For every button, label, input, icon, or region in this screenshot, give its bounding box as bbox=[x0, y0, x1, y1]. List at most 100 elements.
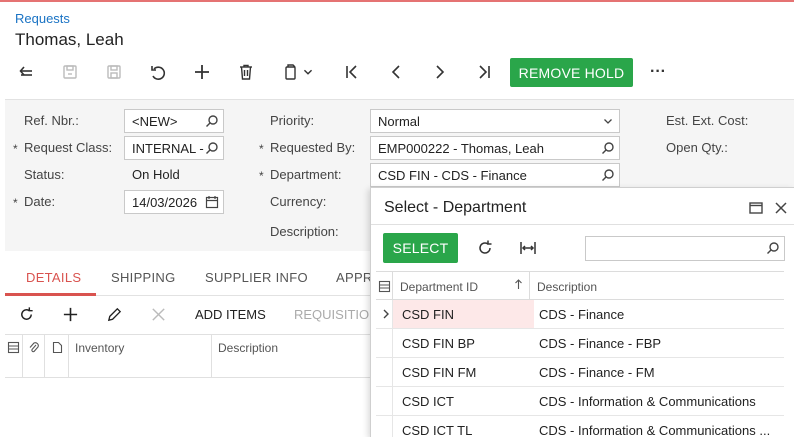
ref-nbr-value: <NEW> bbox=[132, 114, 178, 129]
add-items-button[interactable]: ADD ITEMS bbox=[195, 303, 266, 325]
first-record-icon[interactable] bbox=[338, 58, 366, 86]
breadcrumb[interactable]: Requests bbox=[15, 11, 70, 26]
tab-shipping[interactable]: SHIPPING bbox=[111, 270, 176, 285]
row-settings-icon[interactable] bbox=[5, 335, 23, 377]
save-close-icon[interactable] bbox=[56, 58, 84, 86]
requested-by-label: Requested By: bbox=[270, 140, 356, 155]
note-icon[interactable] bbox=[45, 335, 69, 377]
delete-icon[interactable] bbox=[232, 58, 260, 86]
remove-hold-button[interactable]: REMOVE HOLD bbox=[510, 58, 633, 87]
priority-select[interactable]: Normal bbox=[370, 109, 620, 133]
delete-row-icon[interactable] bbox=[150, 303, 167, 325]
page-title: Thomas, Leah bbox=[15, 30, 124, 49]
priority-label: Priority: bbox=[270, 113, 315, 128]
department-row[interactable]: CSD FIN BP CDS - Finance - FBP bbox=[376, 329, 784, 358]
edit-icon[interactable] bbox=[106, 303, 123, 325]
department-row[interactable]: CSD ICT CDS - Information & Communicatio… bbox=[376, 387, 784, 416]
open-qty-label: Open Qty.: bbox=[666, 140, 728, 155]
close-icon[interactable] bbox=[773, 200, 789, 216]
add-row-icon[interactable] bbox=[62, 303, 79, 325]
required-marker: * bbox=[13, 196, 18, 210]
column-header-inventory[interactable]: Inventory bbox=[69, 335, 212, 377]
main-toolbar: REMOVE HOLD ··· bbox=[0, 58, 794, 88]
department-row[interactable]: CSD FIN CDS - Finance bbox=[376, 300, 784, 329]
chevron-down-icon[interactable] bbox=[601, 114, 615, 128]
department-description-cell[interactable]: CDS - Finance - FBP bbox=[539, 336, 661, 351]
ref-nbr-input[interactable]: <NEW> bbox=[124, 109, 224, 133]
top-accent-line bbox=[0, 0, 794, 2]
refresh-icon[interactable] bbox=[471, 234, 499, 262]
maximize-icon[interactable] bbox=[748, 200, 764, 216]
status-value: On Hold bbox=[132, 167, 180, 182]
department-row[interactable]: CSD FIN FM CDS - Finance - FM bbox=[376, 358, 784, 387]
department-table-header: Department ID Description bbox=[376, 271, 784, 300]
details-grid-body bbox=[5, 378, 371, 437]
request-class-label: Request Class: bbox=[24, 140, 113, 155]
requisition-button[interactable]: REQUISITIO bbox=[294, 303, 369, 325]
undo-icon[interactable] bbox=[144, 58, 172, 86]
description-label: Description: bbox=[270, 224, 339, 239]
row-settings-icon[interactable] bbox=[376, 272, 393, 299]
search-icon[interactable] bbox=[766, 241, 780, 255]
request-class-input[interactable]: INTERNAL - bbox=[124, 136, 224, 160]
row-selector[interactable] bbox=[376, 358, 393, 386]
next-record-icon[interactable] bbox=[426, 58, 454, 86]
row-selector[interactable] bbox=[376, 416, 393, 437]
required-marker: * bbox=[259, 142, 264, 156]
department-description-cell[interactable]: CDS - Information & Communications bbox=[539, 394, 756, 409]
department-id-cell[interactable]: CSD FIN FM bbox=[402, 365, 476, 380]
required-marker: * bbox=[259, 169, 264, 183]
department-id-cell[interactable]: CSD ICT TL bbox=[402, 423, 472, 437]
est-ext-cost-label: Est. Ext. Cost: bbox=[666, 113, 749, 128]
requested-by-value: EMP000222 - Thomas, Leah bbox=[378, 141, 544, 156]
search-icon[interactable] bbox=[601, 141, 615, 155]
column-header-department-id-label: Department ID bbox=[400, 280, 479, 294]
save-icon[interactable] bbox=[100, 58, 128, 86]
column-header-description[interactable]: Description bbox=[212, 335, 371, 377]
date-value: 14/03/2026 bbox=[132, 195, 198, 210]
requested-by-input[interactable]: EMP000222 - Thomas, Leah bbox=[370, 136, 620, 160]
tab-supplier-info[interactable]: SUPPLIER INFO bbox=[205, 270, 308, 285]
department-id-cell[interactable]: CSD ICT bbox=[402, 394, 454, 409]
dialog-search-input[interactable] bbox=[585, 236, 785, 261]
department-id-cell[interactable]: CSD FIN BP bbox=[402, 336, 475, 351]
chevron-down-icon[interactable] bbox=[300, 58, 316, 86]
ref-nbr-label: Ref. Nbr.: bbox=[24, 113, 79, 128]
chevron-right-icon bbox=[383, 309, 389, 319]
search-icon[interactable] bbox=[205, 114, 219, 128]
department-value: CSD FIN - CDS - Finance bbox=[378, 168, 527, 183]
search-icon[interactable] bbox=[601, 168, 615, 182]
date-input[interactable]: 14/03/2026 bbox=[124, 190, 224, 214]
priority-value: Normal bbox=[378, 114, 420, 129]
row-selector[interactable] bbox=[376, 387, 393, 415]
calendar-icon[interactable] bbox=[205, 195, 219, 209]
add-icon[interactable] bbox=[188, 58, 216, 86]
more-menu-icon[interactable]: ··· bbox=[644, 58, 672, 86]
department-label: Department: bbox=[270, 167, 342, 182]
refresh-icon[interactable] bbox=[18, 303, 35, 325]
department-id-cell[interactable]: CSD FIN bbox=[402, 307, 454, 322]
department-row[interactable]: CSD ICT TL CDS - Information & Communica… bbox=[376, 416, 784, 437]
tab-approvals[interactable]: APPR bbox=[336, 270, 373, 285]
select-button[interactable]: SELECT bbox=[383, 233, 458, 263]
dialog-divider bbox=[371, 224, 794, 225]
department-input[interactable]: CSD FIN - CDS - Finance bbox=[370, 163, 620, 187]
previous-record-icon[interactable] bbox=[382, 58, 410, 86]
column-header-description[interactable]: Description bbox=[530, 272, 784, 299]
back-icon[interactable] bbox=[12, 58, 40, 86]
currency-label: Currency: bbox=[270, 194, 327, 209]
column-header-department-id[interactable]: Department ID bbox=[393, 272, 530, 299]
last-record-icon[interactable] bbox=[470, 58, 498, 86]
department-description-cell[interactable]: CDS - Information & Communications ... bbox=[539, 423, 770, 437]
date-label: Date: bbox=[24, 194, 56, 209]
tab-details[interactable]: DETAILS bbox=[26, 270, 81, 285]
active-tab-indicator bbox=[5, 293, 96, 296]
details-grid-header: Inventory Description bbox=[5, 334, 371, 378]
row-selector[interactable] bbox=[376, 329, 393, 357]
attachment-icon[interactable] bbox=[23, 335, 45, 377]
dialog-title: Select - Department bbox=[384, 199, 527, 216]
department-description-cell[interactable]: CDS - Finance - FM bbox=[539, 365, 655, 380]
fit-columns-icon[interactable] bbox=[514, 234, 542, 262]
search-icon[interactable] bbox=[205, 141, 219, 155]
department-description-cell[interactable]: CDS - Finance bbox=[539, 307, 624, 322]
